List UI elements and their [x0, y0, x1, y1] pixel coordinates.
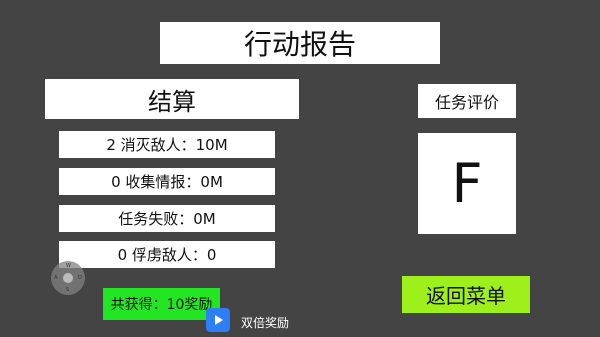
joystick-key-up: W [66, 263, 71, 269]
double-reward-label: 双倍奖励 [241, 316, 290, 330]
double-reward-button[interactable]: 双倍奖励 [204, 306, 304, 334]
return-menu-button[interactable]: 返回菜单 [402, 276, 530, 313]
joystick-key-right: D [78, 275, 82, 281]
settlement-row-intel: 0 收集情报：0M [59, 168, 275, 195]
settlement-row-kills: 2 消灭敌人：10M [59, 131, 275, 158]
video-play-icon [206, 308, 230, 332]
settlement-row-failure: 任务失败：0M [59, 205, 275, 232]
joystick[interactable]: W A S D [51, 261, 85, 295]
report-title: 行动报告 [160, 22, 440, 64]
settlement-header: 结算 [45, 79, 299, 119]
evaluation-label: 任务评价 [418, 84, 516, 118]
joystick-key-left: A [54, 275, 58, 281]
joystick-key-down: S [66, 287, 70, 293]
evaluation-grade: F [418, 133, 516, 234]
settlement-row-captures: 0 俘虏敌人：0 [59, 241, 275, 268]
total-reward-label: 共获得：10奖励 [103, 288, 220, 320]
joystick-thumb[interactable] [63, 273, 73, 283]
